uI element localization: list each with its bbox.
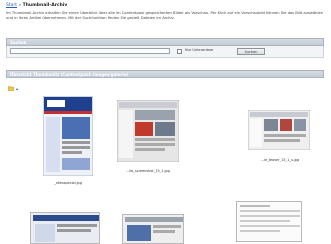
thumbnail-image[interactable] — [42, 95, 94, 177]
breadcrumb-home-link[interactable]: Start — [6, 3, 17, 8]
page-title: Thumbnail-Archiv — [22, 3, 68, 8]
thumbnail-item[interactable] — [30, 212, 100, 244]
search-bar: Nur Unterordner Suchen — [6, 46, 324, 58]
thumbnail-item[interactable] — [42, 95, 94, 177]
folder-up-icon[interactable] — [8, 86, 14, 91]
breadcrumb-separator: » — [18, 3, 22, 8]
gallery-panel-header: Übersicht Thumbnails (Contentpool: image… — [6, 70, 324, 78]
thumbnail-caption[interactable]: ...ie_teaser_15_1_s.jpg — [244, 158, 316, 162]
thumbnail-image[interactable] — [237, 202, 302, 242]
thumbnail-image[interactable] — [116, 99, 180, 163]
subfolder-checkbox-label: Nur Unterordner — [185, 48, 214, 52]
breadcrumb: Start » Thumbnail-Archiv — [6, 3, 67, 8]
thumbnail-image[interactable] — [123, 215, 184, 244]
subfolder-checkbox[interactable] — [177, 48, 182, 54]
search-input[interactable] — [10, 48, 170, 54]
thumbnail-image[interactable] — [247, 109, 311, 151]
intro-text: Im Thumbnail-Archiv erhalten Sie einen Ü… — [6, 11, 324, 20]
search-button[interactable]: Suchen — [237, 47, 265, 55]
thumbnail-caption[interactable]: ...ke_screenshot_15_1.jpg — [110, 169, 186, 173]
up-arrow-icon[interactable]: ▴ — [16, 86, 18, 91]
search-panel-header: Suchen — [6, 38, 324, 46]
thumbnail-item[interactable] — [116, 99, 180, 163]
thumbnail-item[interactable] — [247, 109, 311, 151]
thumbnail-item[interactable] — [236, 201, 302, 242]
thumbnail-item[interactable] — [122, 214, 184, 244]
thumbnail-caption[interactable]: _sitesspecial.jpg — [30, 181, 106, 185]
thumbnail-image[interactable] — [31, 213, 100, 244]
